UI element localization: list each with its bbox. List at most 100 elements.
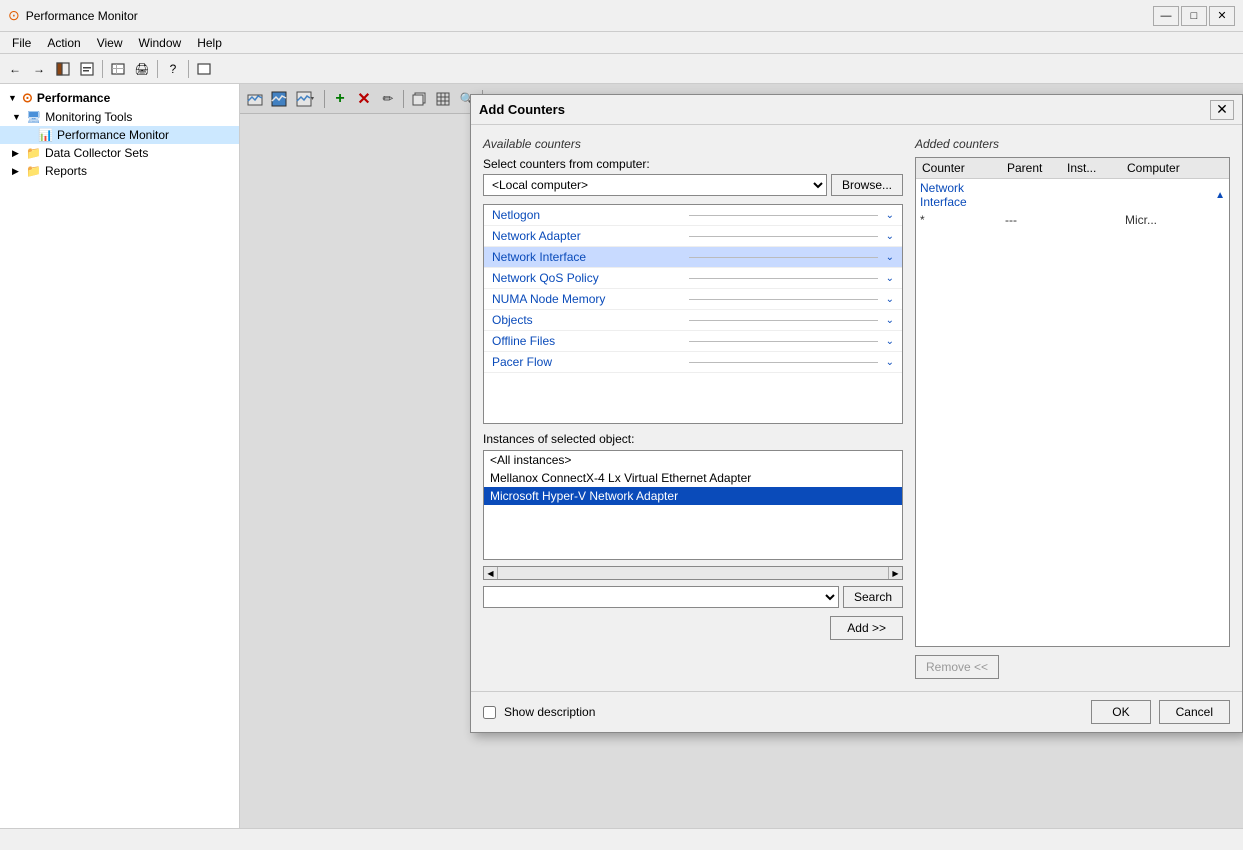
separator-3	[188, 60, 189, 78]
dialog-body: Available counters Select counters from …	[471, 125, 1242, 691]
scroll-left-button[interactable]: ◀	[484, 566, 498, 580]
show-hide-button[interactable]	[52, 58, 74, 80]
add-button-row: Add >>	[483, 616, 903, 640]
chevron-down-icon: ⌄	[886, 273, 894, 284]
counter-item-netlogon[interactable]: Netlogon ⌄	[484, 205, 902, 226]
dialog-close-button[interactable]: ✕	[1210, 100, 1234, 120]
back-button[interactable]: ←	[4, 58, 26, 80]
select-computer-label: Select counters from computer:	[483, 157, 903, 171]
right-panel: Added counters Counter Parent Inst... Co…	[915, 137, 1230, 679]
show-description-label: Show description	[504, 705, 595, 719]
chevron-down-icon: ⌄	[886, 231, 894, 242]
search-input[interactable]	[483, 586, 839, 608]
remove-btn-container: Remove <<	[915, 655, 1230, 679]
sidebar-item-data-collector-sets[interactable]: ▶ 📁 Data Collector Sets	[0, 144, 239, 162]
reports-icon: 📁	[26, 164, 41, 178]
sidebar-item-label: Monitoring Tools	[45, 110, 132, 124]
parent-value: ---	[1005, 213, 1065, 227]
chevron-down-icon: ⌄	[886, 315, 894, 326]
sidebar-item-label: Data Collector Sets	[45, 146, 148, 160]
browse-button[interactable]: Browse...	[831, 174, 903, 196]
window-title: Performance Monitor	[26, 9, 1153, 23]
dialog-title: Add Counters	[479, 102, 1210, 117]
properties-button[interactable]	[76, 58, 98, 80]
menu-file[interactable]: File	[4, 32, 39, 53]
sidebar-item-reports[interactable]: ▶ 📁 Reports	[0, 162, 239, 180]
close-button[interactable]: ✕	[1209, 6, 1235, 26]
added-counter-group[interactable]: Network Interface ▲	[916, 179, 1229, 211]
sidebar-item-label: Reports	[45, 164, 87, 178]
counter-item-network-adapter[interactable]: Network Adapter ⌄	[484, 226, 902, 247]
separator-1	[102, 60, 103, 78]
menu-view[interactable]: View	[89, 32, 131, 53]
counter-item-objects[interactable]: Objects ⌄	[484, 310, 902, 331]
forward-button[interactable]: →	[28, 58, 50, 80]
added-counters-header: Counter Parent Inst... Computer	[916, 158, 1229, 179]
added-counters-title: Added counters	[915, 137, 1230, 151]
added-counter-row[interactable]: * --- Micr...	[916, 211, 1229, 229]
dialog-footer: Show description OK Cancel	[471, 691, 1242, 732]
search-row: Search	[483, 586, 903, 608]
computer-value: Micr...	[1125, 213, 1205, 227]
computer-dropdown[interactable]: <Local computer>	[483, 174, 827, 196]
counter-group-name: Network Interface	[920, 181, 1005, 209]
add-counters-dialog: Add Counters ✕ Available counters Select…	[470, 94, 1243, 733]
instances-list[interactable]: <All instances> Mellanox ConnectX-4 Lx V…	[483, 450, 903, 560]
sidebar-item-performance-monitor[interactable]: ▶ 📊 Performance Monitor	[0, 126, 239, 144]
expand-icon: ▶	[12, 148, 22, 159]
sidebar: ▼ ⊙ Performance ▼ 🖥 Monitoring Tools ▶ 📊…	[0, 84, 240, 828]
maximize-button[interactable]: □	[1181, 6, 1207, 26]
counter-item-network-qos[interactable]: Network QoS Policy ⌄	[484, 268, 902, 289]
counter-item-numa[interactable]: NUMA Node Memory ⌄	[484, 289, 902, 310]
header-inst: Inst...	[1065, 160, 1125, 176]
sidebar-item-label: Performance Monitor	[57, 128, 169, 142]
sidebar-item-label: Performance	[37, 91, 110, 105]
expand-icon: ▼	[8, 93, 18, 103]
status-bar	[0, 828, 1243, 850]
main-layout: ▼ ⊙ Performance ▼ 🖥 Monitoring Tools ▶ 📊…	[0, 84, 1243, 828]
instance-hyperv[interactable]: Microsoft Hyper-V Network Adapter	[484, 487, 902, 505]
counter-item-network-interface[interactable]: Network Interface ⌄	[484, 247, 902, 268]
instances-label: Instances of selected object:	[483, 432, 903, 446]
cancel-button[interactable]: Cancel	[1159, 700, 1230, 724]
header-scroll	[1205, 160, 1225, 176]
menu-help[interactable]: Help	[189, 32, 230, 53]
monitoring-icon: 🖥	[26, 110, 41, 124]
instance-all[interactable]: <All instances>	[484, 451, 902, 469]
add-counter-button[interactable]: Add >>	[830, 616, 903, 640]
remove-counter-button[interactable]: Remove <<	[915, 655, 999, 679]
expand-icon: ▼	[12, 112, 22, 122]
list-view-button[interactable]	[107, 58, 129, 80]
ok-button[interactable]: OK	[1091, 700, 1150, 724]
left-panel: Available counters Select counters from …	[483, 137, 903, 679]
counters-list[interactable]: Netlogon ⌄ Network Adapter ⌄ Network Int…	[483, 204, 903, 424]
counter-item-pacer-flow[interactable]: Pacer Flow ⌄	[484, 352, 902, 373]
print-button[interactable]: 🖨	[131, 58, 153, 80]
chevron-down-icon: ⌄	[886, 252, 894, 263]
chevron-down-icon: ⌄	[886, 294, 894, 305]
menu-action[interactable]: Action	[39, 32, 88, 53]
counter-item-offline-files[interactable]: Offline Files ⌄	[484, 331, 902, 352]
header-parent: Parent	[1005, 160, 1065, 176]
dialog-titlebar: Add Counters ✕	[471, 95, 1242, 125]
added-counters-box: Counter Parent Inst... Computer Network …	[915, 157, 1230, 647]
menu-window[interactable]: Window	[131, 32, 190, 53]
search-button[interactable]: Search	[843, 586, 903, 608]
scroll-right-button[interactable]: ▶	[888, 566, 902, 580]
perf-mon-icon: 📊	[38, 128, 53, 142]
instance-mellanox[interactable]: Mellanox ConnectX-4 Lx Virtual Ethernet …	[484, 469, 902, 487]
header-computer: Computer	[1125, 160, 1205, 176]
show-description-checkbox[interactable]	[483, 706, 496, 719]
main-toolbar: ← → 🖨 ?	[0, 54, 1243, 84]
app-icon: ⊙	[8, 7, 20, 24]
select-computer-row: <Local computer> Browse...	[483, 174, 903, 196]
scroll-up-icon[interactable]: ▲	[1215, 190, 1225, 201]
sidebar-item-performance[interactable]: ▼ ⊙ Performance	[0, 88, 239, 108]
extra-button[interactable]	[193, 58, 215, 80]
header-counter: Counter	[920, 160, 1005, 176]
horizontal-scrollbar[interactable]: ◀ ▶	[483, 566, 903, 580]
minimize-button[interactable]: —	[1153, 6, 1179, 26]
dialog-overlay: Add Counters ✕ Available counters Select…	[240, 84, 1243, 828]
sidebar-item-monitoring-tools[interactable]: ▼ 🖥 Monitoring Tools	[0, 108, 239, 126]
help-button[interactable]: ?	[162, 58, 184, 80]
